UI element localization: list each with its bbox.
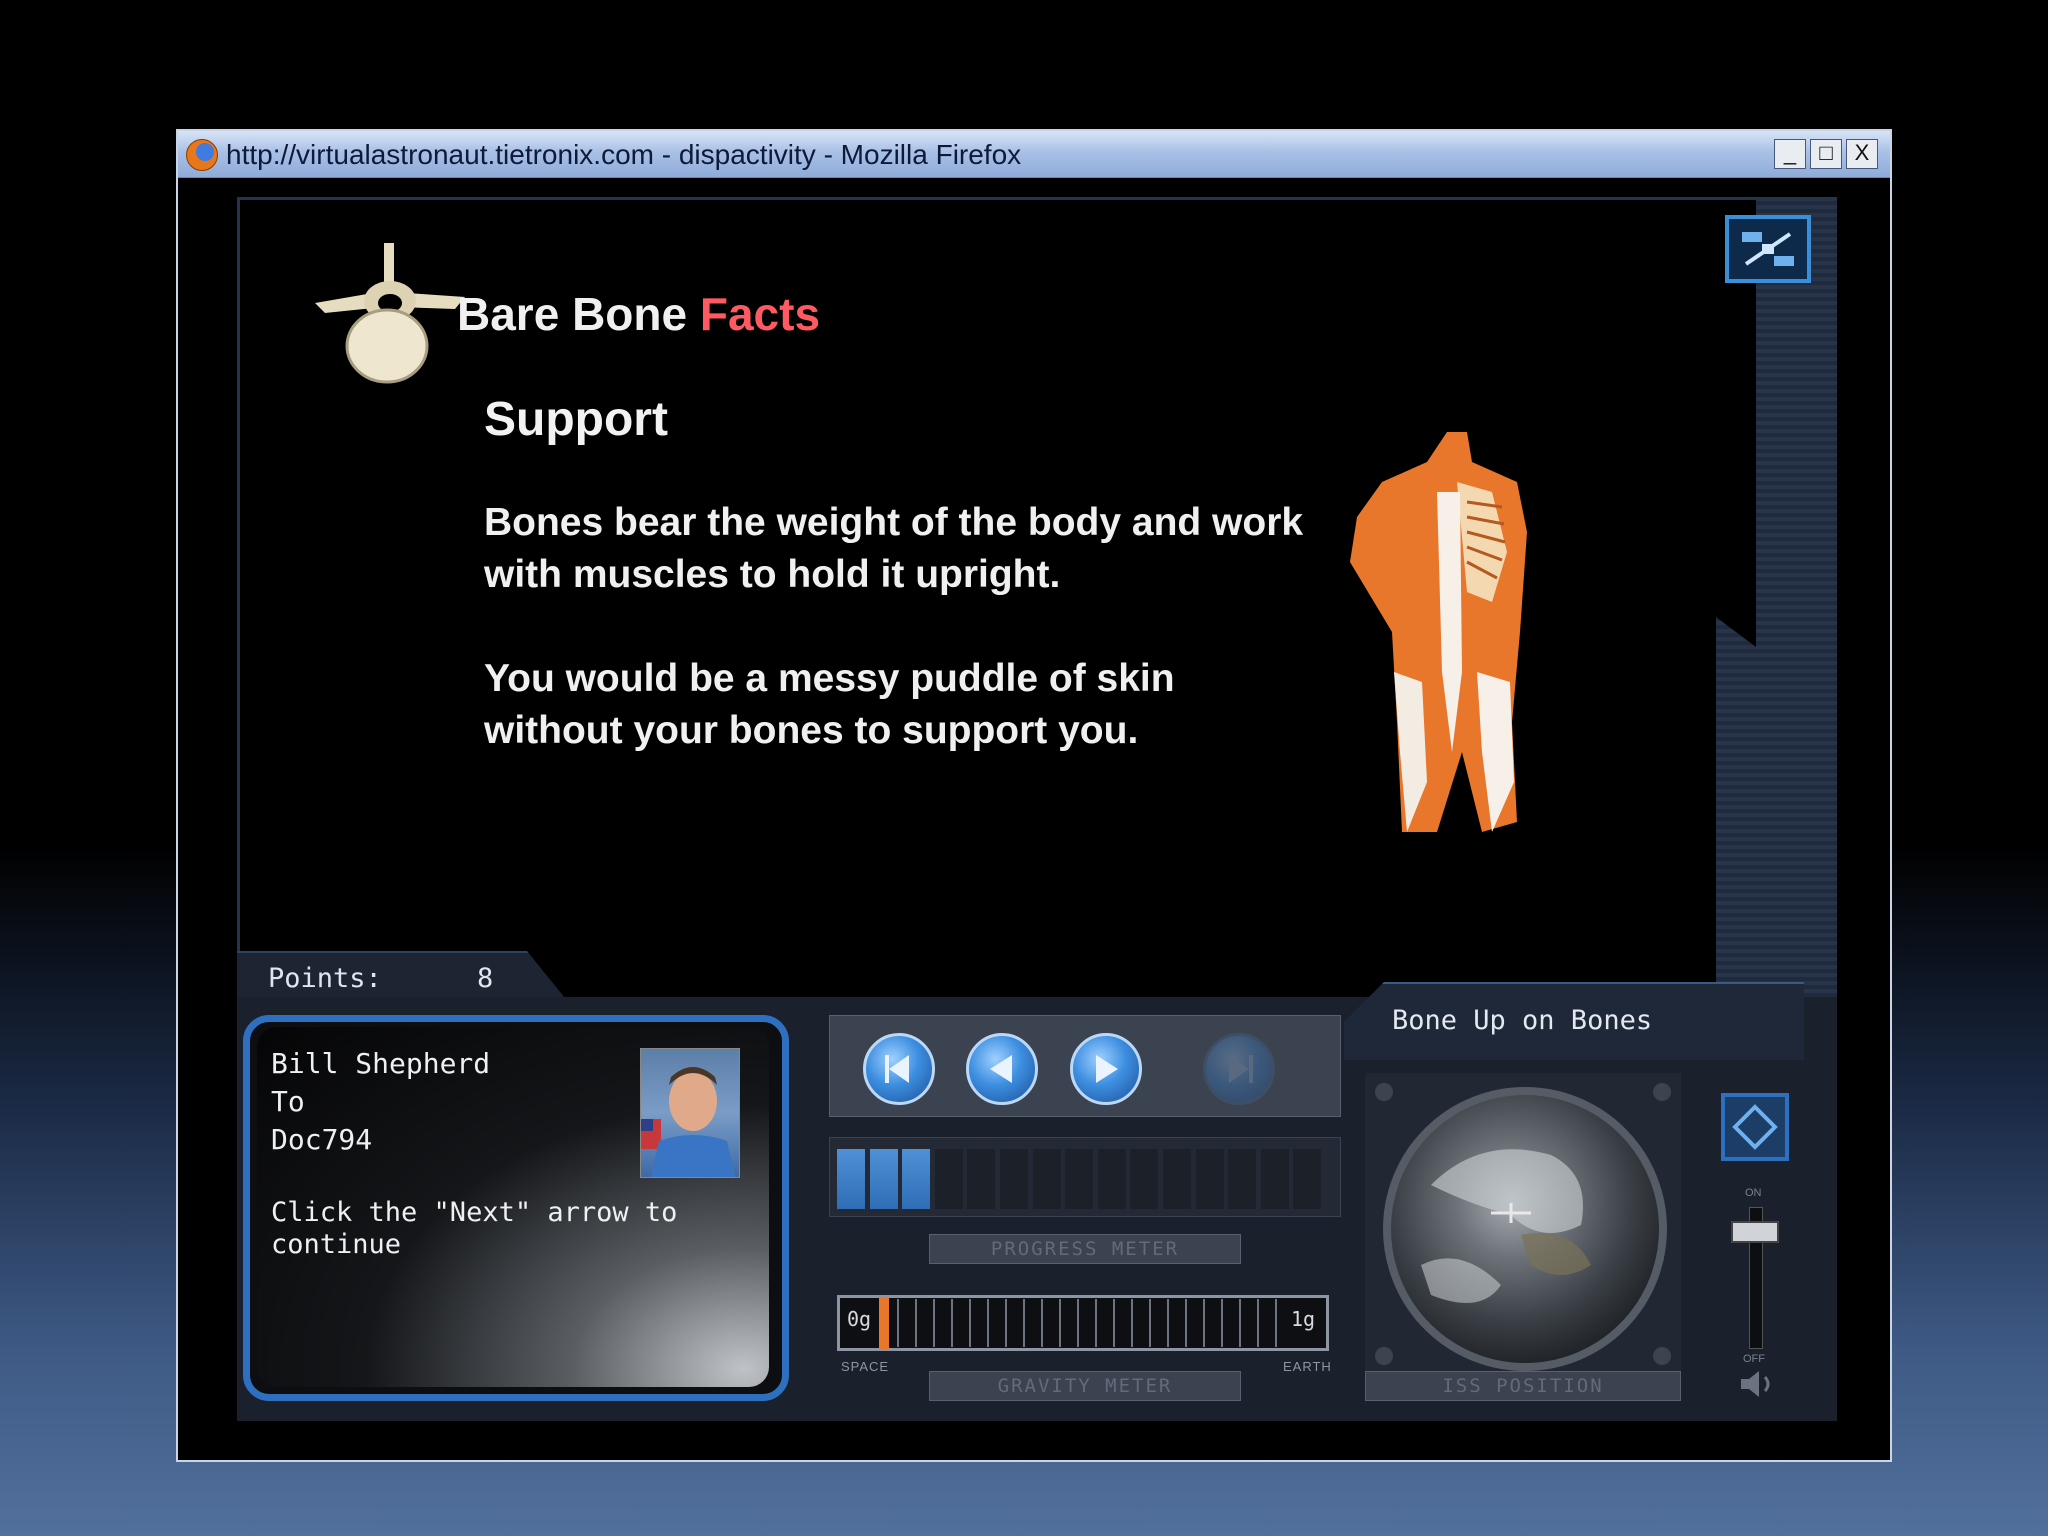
progress-segment [1293, 1149, 1322, 1209]
lesson-paragraph-2: You would be a messy puddle of skin with… [484, 657, 1175, 752]
previous-button[interactable] [966, 1033, 1038, 1105]
progress-segment [837, 1149, 865, 1209]
last-icon [1229, 1055, 1253, 1083]
window-controls: _ □ X [1774, 139, 1878, 169]
window-title: http://virtualastronaut.tietronix.com - … [226, 139, 1022, 170]
gravity-tick [1185, 1299, 1187, 1347]
points-value: 8 [477, 963, 494, 994]
gravity-max-label: 1g [1291, 1307, 1316, 1331]
message-instruction: Click the "Next" arrow to continue [271, 1197, 678, 1260]
gravity-marker [879, 1297, 889, 1349]
gravity-right-caption: EARTH [1283, 1359, 1332, 1374]
heading-highlight: Facts [699, 288, 821, 340]
points-label: Points: [268, 963, 382, 994]
progress-segment [1000, 1149, 1028, 1209]
gravity-tick [1257, 1299, 1259, 1347]
iss-home-button[interactable] [1725, 215, 1811, 283]
progress-segment [1228, 1149, 1257, 1209]
gravity-tick [1167, 1299, 1169, 1347]
gravity-tick [915, 1299, 917, 1347]
firefox-icon [186, 139, 218, 171]
gravity-tick [1023, 1299, 1025, 1347]
speaker-icon [1741, 1371, 1770, 1397]
gravity-tick [1221, 1299, 1223, 1347]
progress-segment [1260, 1149, 1289, 1209]
progress-segment [1163, 1149, 1191, 1209]
gravity-left-caption: SPACE [841, 1359, 890, 1374]
sound-settings-button[interactable] [1721, 1093, 1789, 1161]
progress-segment [967, 1149, 996, 1209]
gravity-min-label: 0g [847, 1307, 872, 1331]
first-icon [885, 1055, 909, 1083]
heading-main: Bare Bone [457, 288, 700, 340]
gravity-meter [837, 1295, 1329, 1351]
title-bar: http://virtualastronaut.tietronix.com - … [178, 131, 1890, 178]
progress-segment [1097, 1149, 1126, 1209]
gravity-meter-label: GRAVITY METER [929, 1371, 1241, 1401]
activity-app: Bare Bone Facts Support Bones bear the w… [237, 197, 1837, 1421]
progress-segment [1032, 1149, 1061, 1209]
gravity-tick [897, 1299, 899, 1347]
gravity-tick [1131, 1299, 1133, 1347]
progress-segment [1195, 1149, 1224, 1209]
first-button[interactable] [863, 1033, 935, 1105]
gravity-tick [1275, 1299, 1277, 1347]
lesson-heading: Bare Bone Facts [457, 287, 820, 341]
volume-off-label: OFF [1743, 1353, 1765, 1365]
gravity-tick [1005, 1299, 1007, 1347]
minimize-button[interactable]: _ [1774, 139, 1806, 169]
gravity-tick [1095, 1299, 1097, 1347]
maximize-button[interactable]: □ [1810, 139, 1842, 169]
message-from: Bill Shepherd [271, 1047, 491, 1080]
gravity-tick [1239, 1299, 1241, 1347]
gravity-tick [933, 1299, 935, 1347]
astronaut-avatar [640, 1048, 740, 1178]
gravity-tick [987, 1299, 989, 1347]
gravity-tick [951, 1299, 953, 1347]
progress-segment [1065, 1149, 1094, 1209]
volume-on-label: ON [1745, 1187, 1762, 1199]
earth-globe [1383, 1087, 1667, 1371]
lesson-subheading: Support [484, 393, 668, 446]
space-station-icon [1742, 232, 1794, 266]
previous-icon [990, 1055, 1012, 1083]
progress-segment [934, 1149, 963, 1209]
progress-segment [1130, 1149, 1159, 1209]
last-button[interactable] [1203, 1033, 1275, 1105]
diamond-icon [1732, 1104, 1778, 1150]
torso-anatomy-image [1350, 432, 1527, 832]
message-to-label: To [271, 1085, 305, 1118]
gravity-tick [1203, 1299, 1205, 1347]
progress-segment [869, 1149, 898, 1209]
browser-window: http://virtualastronaut.tietronix.com - … [176, 129, 1892, 1462]
lesson-paragraph-1: Bones bear the weight of the body and wo… [484, 501, 1304, 596]
next-icon [1096, 1055, 1118, 1083]
close-button[interactable]: X [1846, 139, 1878, 169]
next-button[interactable] [1070, 1033, 1142, 1105]
iss-position-label: ISS POSITION [1365, 1371, 1681, 1401]
mission-title: Bone Up on Bones [1392, 1005, 1653, 1036]
gravity-tick [969, 1299, 971, 1347]
gravity-tick [1077, 1299, 1079, 1347]
message-recipient: Doc794 [271, 1123, 373, 1156]
gravity-tick [1041, 1299, 1043, 1347]
vertebra-icon [315, 243, 465, 384]
gravity-tick [1149, 1299, 1151, 1347]
progress-segment [902, 1149, 931, 1209]
volume-slider-knob[interactable] [1731, 1221, 1779, 1243]
progress-meter-label: PROGRESS METER [929, 1234, 1241, 1264]
gravity-tick [1113, 1299, 1115, 1347]
gravity-tick [1059, 1299, 1061, 1347]
